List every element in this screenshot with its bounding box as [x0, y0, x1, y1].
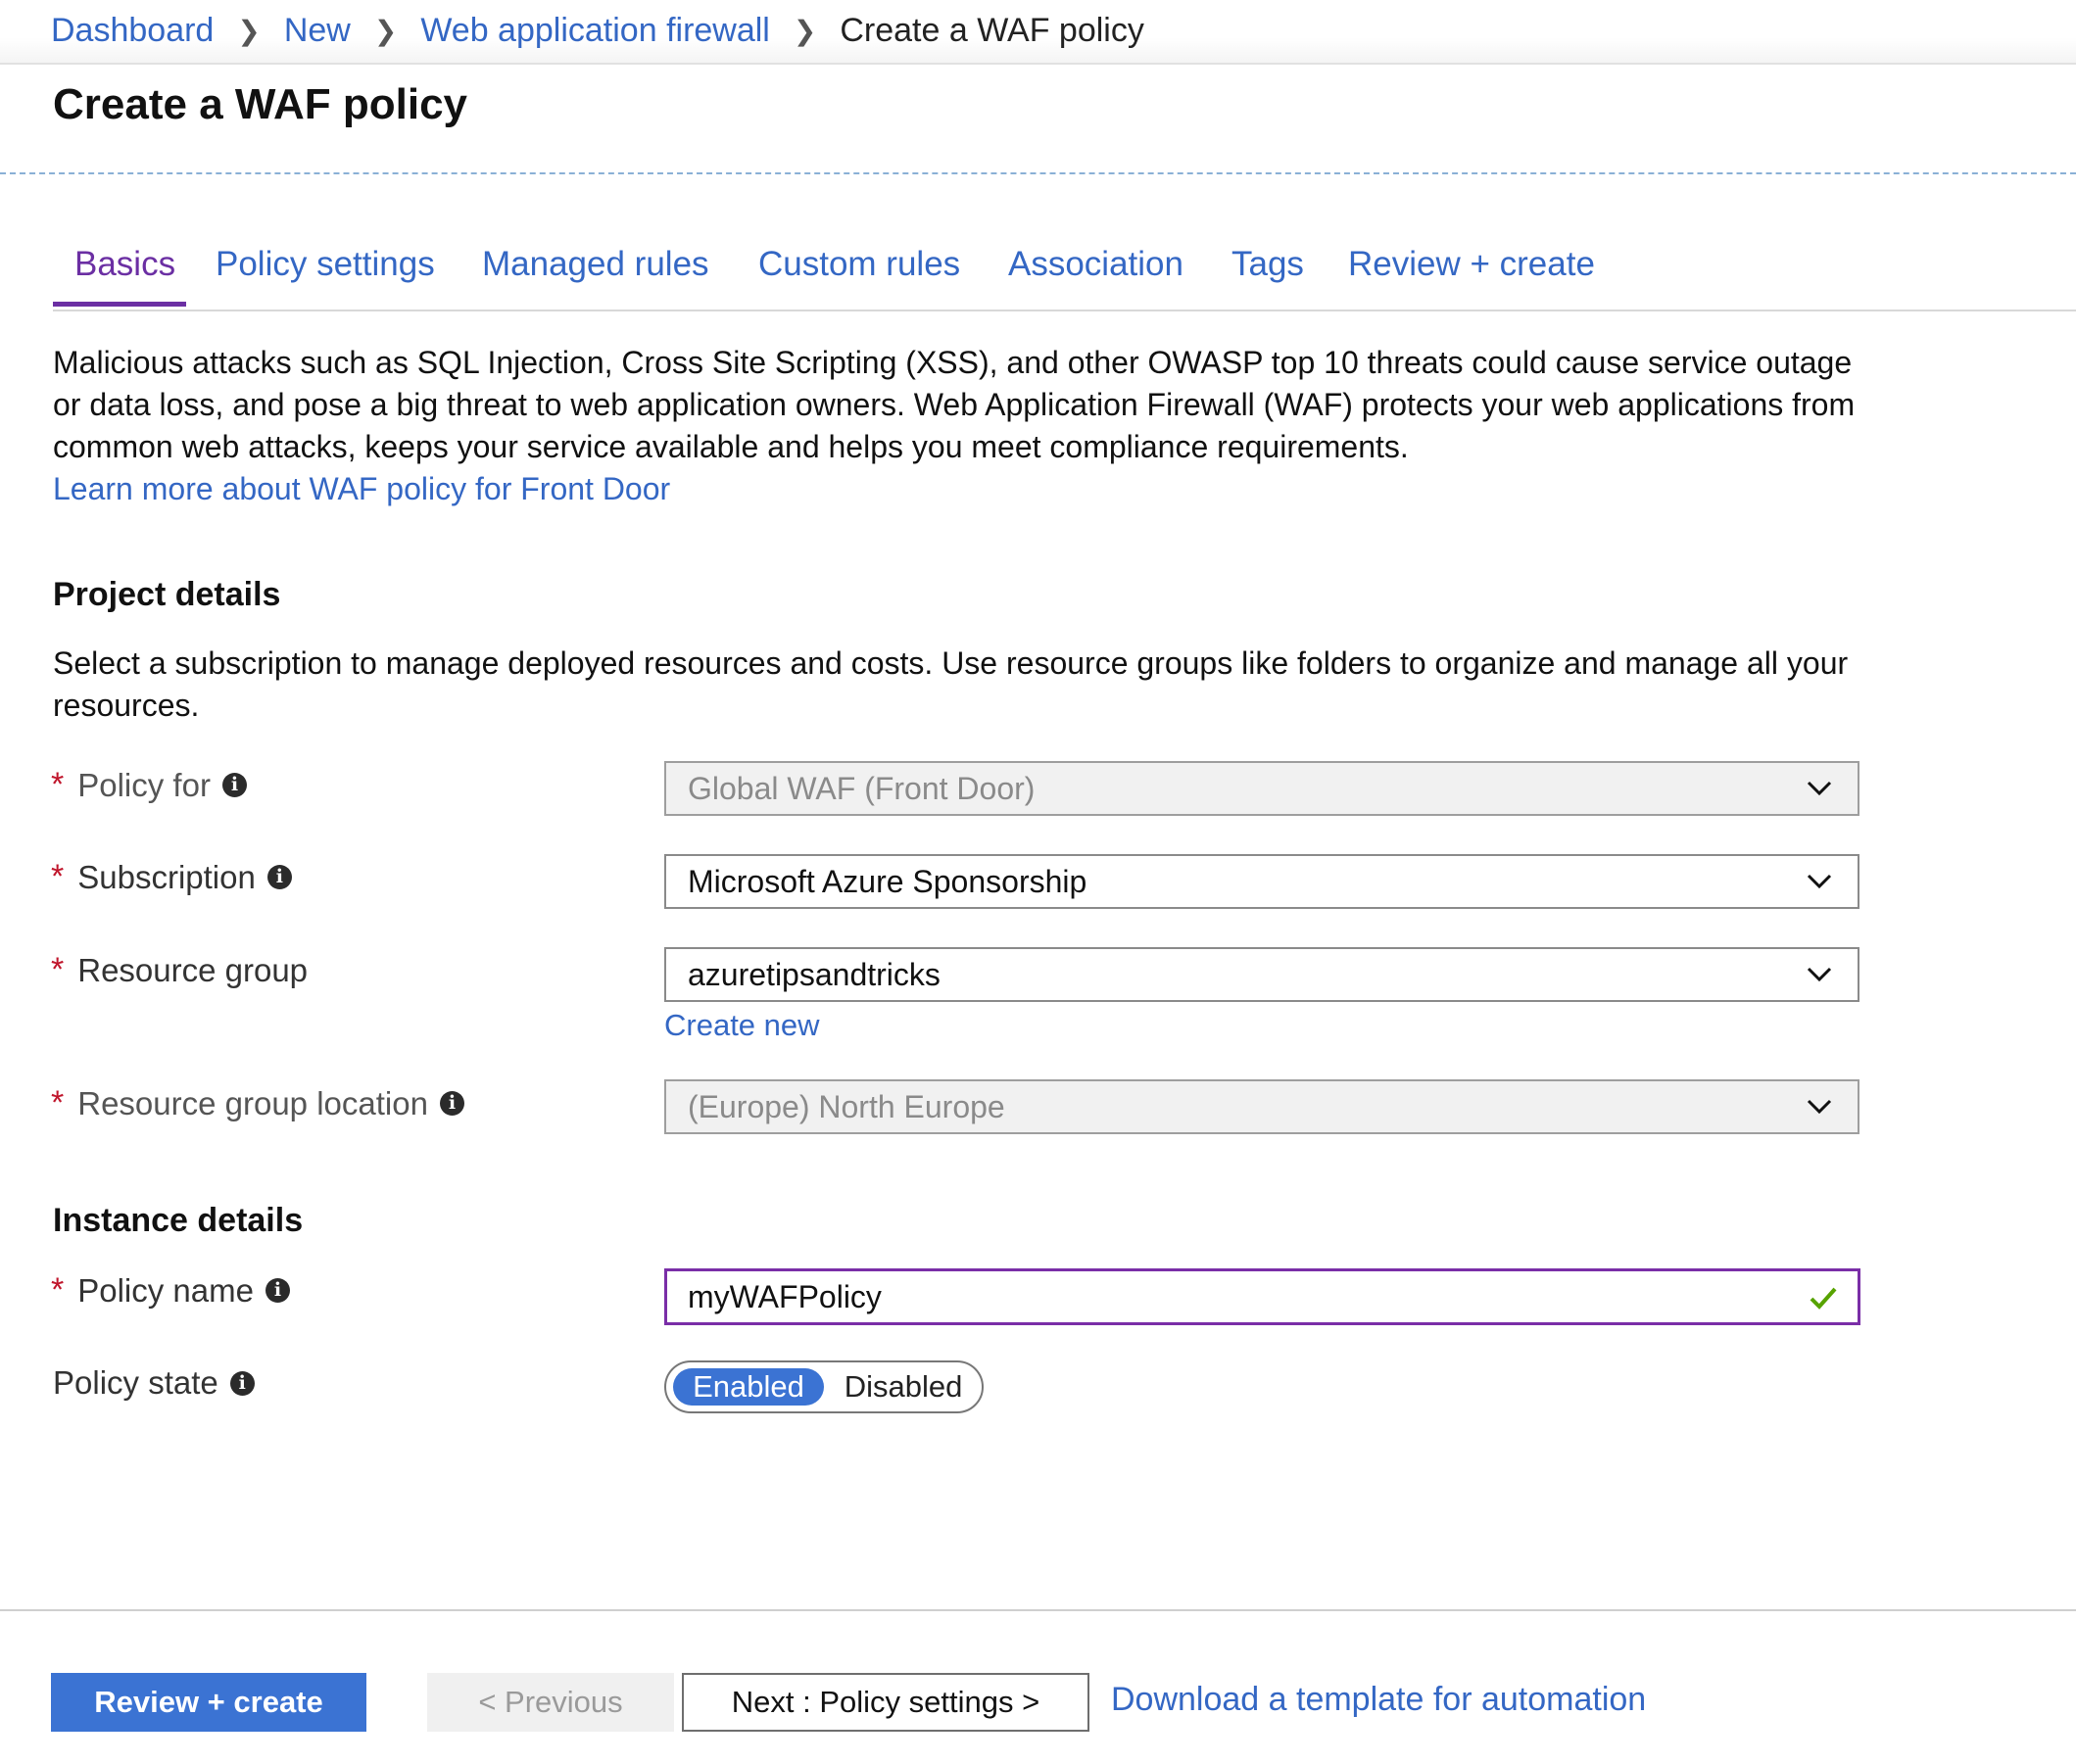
review-create-button[interactable]: Review + create	[51, 1673, 366, 1732]
project-details-description: Select a subscription to manage deployed…	[53, 645, 1849, 723]
intro-paragraph: Malicious attacks such as SQL Injection,…	[53, 342, 1865, 510]
resource-group-label: * Resource group	[51, 951, 308, 989]
top-bar: Dashboard ❯ New ❯ Web application firewa…	[0, 0, 2076, 65]
info-icon[interactable]: i	[439, 1091, 464, 1116]
subscription-label-text: Subscription	[77, 858, 256, 895]
resource-group-value: azuretipsandtricks	[688, 957, 941, 992]
chevron-right-icon: ❯	[793, 16, 817, 46]
policy-name-label-text: Policy name	[77, 1271, 254, 1309]
tab-managed-rules[interactable]: Managed rules	[482, 245, 709, 284]
resource-group-select[interactable]: azuretipsandtricks	[664, 947, 1859, 1002]
tab-custom-rules[interactable]: Custom rules	[758, 245, 960, 284]
tab-review-create[interactable]: Review + create	[1348, 245, 1595, 284]
info-icon[interactable]: i	[229, 1370, 255, 1396]
policy-state-enabled-option[interactable]: Enabled	[673, 1368, 824, 1406]
footer-divider	[0, 1609, 2076, 1611]
subscription-select[interactable]: Microsoft Azure Sponsorship	[664, 854, 1859, 909]
required-marker: *	[51, 858, 65, 895]
checkmark-icon	[1810, 1287, 1837, 1310]
chevron-down-icon	[1807, 874, 1832, 889]
policy-name-value: myWAFPolicy	[688, 1279, 882, 1314]
active-tab-indicator	[53, 302, 186, 307]
chevron-right-icon: ❯	[237, 16, 261, 46]
resource-group-location-value: (Europe) North Europe	[688, 1089, 1005, 1124]
header-divider	[0, 172, 2076, 174]
info-icon[interactable]: i	[221, 773, 247, 797]
breadcrumb-new[interactable]: New	[284, 12, 351, 50]
tab-tags[interactable]: Tags	[1231, 245, 1304, 284]
policy-for-label-text: Policy for	[77, 766, 211, 803]
policy-state-disabled-option[interactable]: Disabled	[833, 1368, 974, 1406]
resource-group-location-select[interactable]: (Europe) North Europe	[664, 1079, 1859, 1134]
chevron-down-icon	[1807, 1099, 1832, 1115]
chevron-right-icon: ❯	[373, 16, 398, 46]
intro-text: Malicious attacks such as SQL Injection,…	[53, 345, 1856, 464]
resource-group-location-label-text: Resource group location	[77, 1084, 428, 1121]
policy-for-label: * Policy for i	[51, 766, 247, 804]
breadcrumb-web-application-firewall[interactable]: Web application firewall	[420, 12, 770, 50]
learn-more-link[interactable]: Learn more about WAF policy for Front Do…	[53, 471, 670, 506]
download-template-link[interactable]: Download a template for automation	[1111, 1681, 1646, 1719]
breadcrumb: Dashboard ❯ New ❯ Web application firewa…	[51, 12, 1144, 50]
required-marker: *	[51, 1084, 65, 1121]
chevron-down-icon	[1807, 781, 1832, 796]
tab-basics[interactable]: Basics	[74, 245, 175, 284]
required-marker: *	[51, 951, 65, 988]
project-details-heading: Project details	[53, 576, 281, 613]
instance-details-heading: Instance details	[53, 1202, 304, 1239]
policy-for-value: Global WAF (Front Door)	[688, 771, 1036, 806]
info-icon[interactable]: i	[265, 1278, 290, 1303]
breadcrumb-current: Create a WAF policy	[840, 12, 1144, 49]
policy-state-toggle[interactable]: Enabled Disabled	[664, 1360, 984, 1413]
next-policy-settings-button[interactable]: Next : Policy settings >	[682, 1673, 1089, 1732]
required-marker: *	[51, 766, 65, 803]
tab-association[interactable]: Association	[1008, 245, 1183, 284]
required-marker: *	[51, 1271, 65, 1309]
previous-button[interactable]: < Previous	[427, 1673, 674, 1732]
policy-state-label: Policy state i	[53, 1364, 255, 1402]
page-title: Create a WAF policy	[53, 80, 468, 128]
tab-bar: Basics Policy settings Managed rules Cus…	[53, 245, 2076, 311]
policy-name-input[interactable]: myWAFPolicy	[664, 1268, 1860, 1325]
create-new-resource-group-link[interactable]: Create new	[664, 1008, 820, 1043]
tab-policy-settings[interactable]: Policy settings	[216, 245, 435, 284]
subscription-value: Microsoft Azure Sponsorship	[688, 864, 1087, 899]
resource-group-location-label: * Resource group location i	[51, 1084, 464, 1122]
policy-for-select[interactable]: Global WAF (Front Door)	[664, 761, 1859, 816]
breadcrumb-dashboard[interactable]: Dashboard	[51, 12, 214, 50]
policy-state-label-text: Policy state	[53, 1364, 218, 1401]
chevron-down-icon	[1807, 967, 1832, 982]
resource-group-label-text: Resource group	[77, 951, 309, 988]
subscription-label: * Subscription i	[51, 858, 292, 896]
policy-name-label: * Policy name i	[51, 1271, 290, 1310]
info-icon[interactable]: i	[266, 865, 292, 889]
